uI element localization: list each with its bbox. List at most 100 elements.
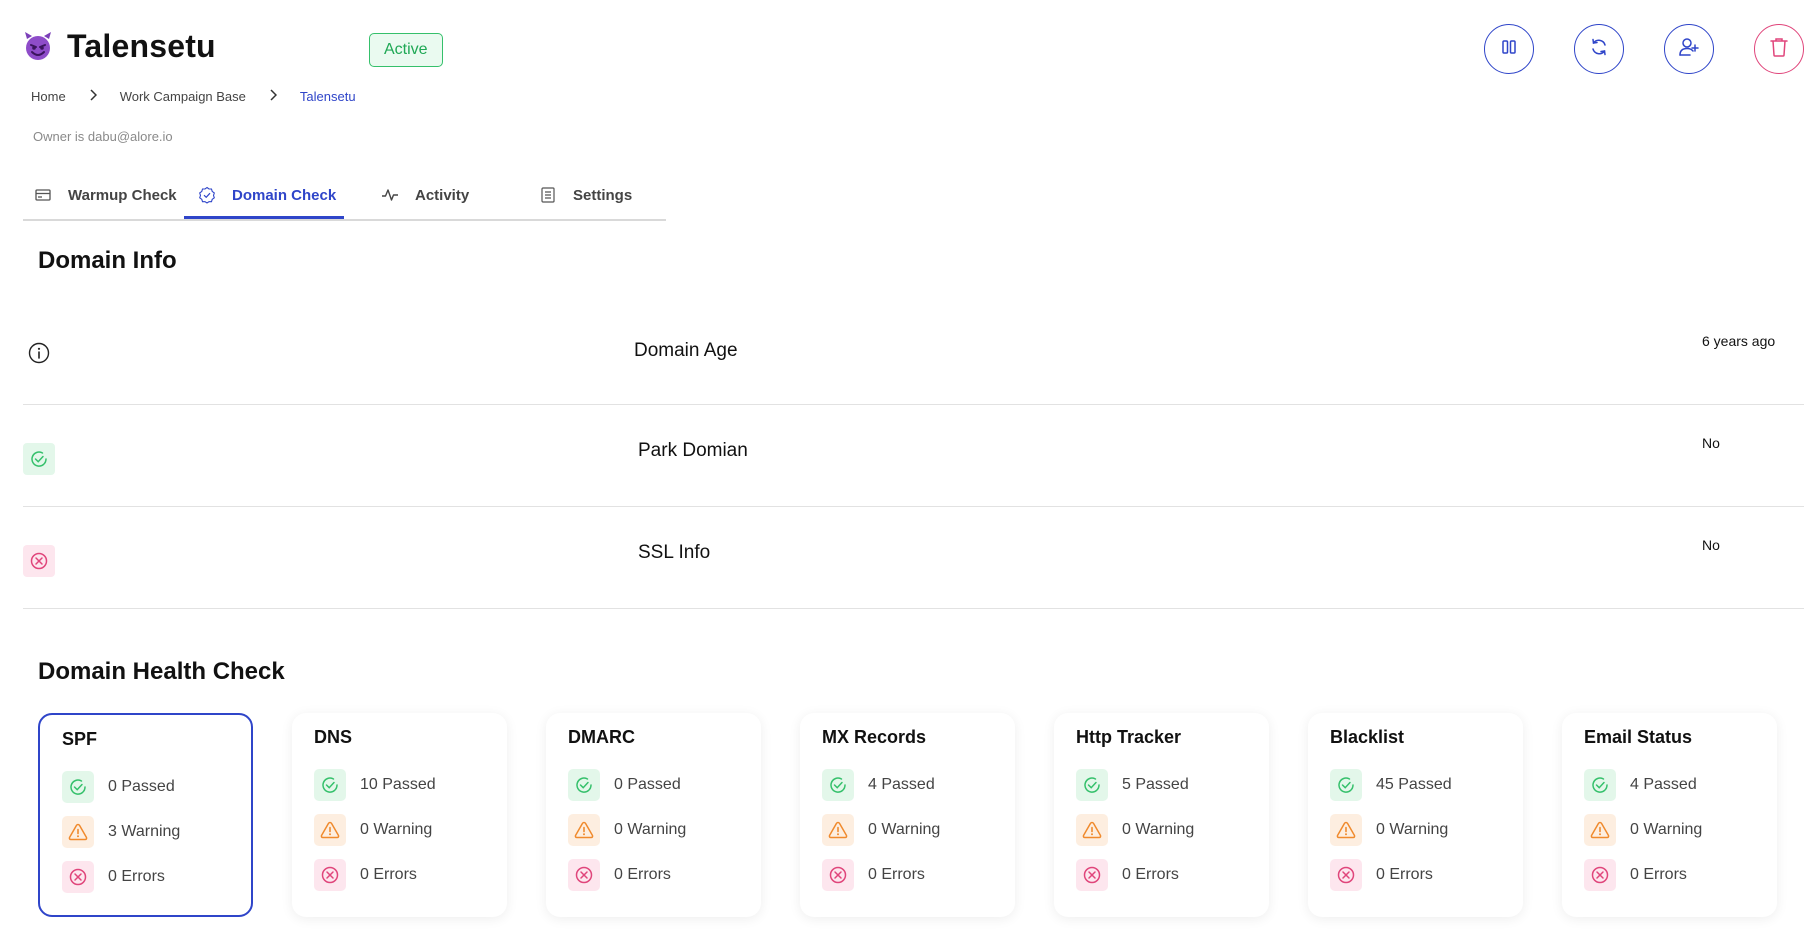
metric-passed: 10 Passed (314, 769, 436, 801)
metric-errors: 0 Errors (1076, 859, 1179, 891)
check-circle-icon (23, 443, 55, 475)
metric-errors-text: 0 Errors (108, 868, 165, 885)
chevron-right-icon (66, 88, 120, 104)
badge-check-icon (198, 186, 216, 204)
card-title: MX Records (822, 727, 927, 747)
metric-warning-text: 0 Warning (614, 821, 687, 838)
warning-icon (314, 814, 346, 846)
metric-passed: 45 Passed (1330, 769, 1452, 801)
metric-passed-text: 4 Passed (1630, 776, 1697, 793)
tab-bar: Warmup Check Domain Check Activity Setti… (23, 173, 666, 221)
metric-warning: 0 Warning (314, 814, 432, 846)
x-circle-icon (822, 859, 854, 891)
metric-errors-text: 0 Errors (360, 866, 417, 883)
health-card-spf[interactable]: SPF 0 Passed 3 Warning 0 Errors (38, 713, 253, 917)
metric-errors-text: 0 Errors (868, 866, 925, 883)
add-user-icon (1678, 36, 1700, 63)
health-card-mx-records[interactable]: MX Records 4 Passed 0 Warning 0 Errors (800, 713, 1015, 917)
metric-errors-text: 0 Errors (1376, 866, 1433, 883)
x-circle-icon (62, 861, 94, 893)
domain-info-row: Domain Age 6 years ago (23, 302, 1804, 405)
pause-button[interactable] (1484, 24, 1534, 74)
metric-warning: 0 Warning (1330, 814, 1448, 846)
metric-warning-text: 0 Warning (1122, 821, 1195, 838)
x-circle-icon (568, 859, 600, 891)
check-circle-icon (62, 771, 94, 803)
health-card-dmarc[interactable]: DMARC 0 Passed 0 Warning 0 Errors (546, 713, 761, 917)
domain-health-title: Domain Health Check (38, 658, 285, 685)
check-circle-icon (1076, 769, 1108, 801)
metric-warning: 0 Warning (822, 814, 940, 846)
tab-label: Settings (573, 186, 633, 204)
breadcrumb-home[interactable]: Home (31, 89, 66, 104)
active-tab-indicator (184, 216, 344, 219)
warning-icon (1330, 814, 1362, 846)
devil-emoji-icon (22, 30, 54, 62)
refresh-button[interactable] (1574, 24, 1624, 74)
warning-icon (62, 816, 94, 848)
breadcrumb-current: Talensetu (299, 88, 356, 104)
metric-passed-text: 10 Passed (360, 776, 436, 793)
domain-info-row: SSL Info No (23, 506, 1804, 609)
metric-passed: 0 Passed (568, 769, 681, 801)
health-card-blacklist[interactable]: Blacklist 45 Passed 0 Warning 0 Errors (1308, 713, 1523, 917)
metric-warning: 0 Warning (568, 814, 686, 846)
metric-passed-text: 0 Passed (108, 778, 175, 795)
x-circle-icon (314, 859, 346, 891)
tab-warmup-check[interactable]: Warmup Check (34, 173, 177, 217)
x-circle-icon (1584, 859, 1616, 891)
health-card-http-tracker[interactable]: Http Tracker 5 Passed 0 Warning 0 Errors (1054, 713, 1269, 917)
check-circle-icon (568, 769, 600, 801)
metric-errors: 0 Errors (1584, 859, 1687, 891)
warning-icon (822, 814, 854, 846)
breadcrumb: Home Work Campaign Base Talensetu (31, 88, 356, 104)
tab-label: Activity (415, 186, 470, 204)
metric-warning-text: 3 Warning (108, 823, 181, 840)
domain-info-title: Domain Info (38, 247, 177, 274)
row-label: SSL Info (638, 542, 711, 563)
card-title: Blacklist (1330, 727, 1405, 747)
card-title: SPF (62, 729, 98, 749)
refresh-icon (1589, 37, 1609, 62)
metric-passed: 4 Passed (822, 769, 935, 801)
tab-activity[interactable]: Activity (381, 173, 469, 217)
tab-label: Domain Check (232, 186, 337, 204)
tab-settings[interactable]: Settings (539, 173, 632, 217)
add-user-button[interactable] (1664, 24, 1714, 74)
check-circle-icon (314, 769, 346, 801)
metric-errors: 0 Errors (568, 859, 671, 891)
metric-passed-text: 5 Passed (1122, 776, 1189, 793)
row-value: 6 years ago (1702, 333, 1776, 349)
row-label: Park Domian (638, 440, 748, 461)
x-circle-icon (1076, 859, 1108, 891)
warning-icon (1584, 814, 1616, 846)
metric-errors-text: 0 Errors (614, 866, 671, 883)
breadcrumb-campaign[interactable]: Work Campaign Base (120, 89, 246, 104)
check-circle-icon (1330, 769, 1362, 801)
metric-passed: 5 Passed (1076, 769, 1189, 801)
warning-icon (1076, 814, 1108, 846)
page-title: Talensetu (67, 28, 216, 64)
metric-passed: 4 Passed (1584, 769, 1697, 801)
card-title: DNS (314, 727, 353, 747)
metric-warning: 3 Warning (62, 816, 180, 848)
check-circle-icon (822, 769, 854, 801)
metric-warning: 0 Warning (1076, 814, 1194, 846)
health-card-email-status[interactable]: Email Status 4 Passed 0 Warning 0 Errors (1562, 713, 1777, 917)
metric-warning-text: 0 Warning (868, 821, 941, 838)
delete-button[interactable] (1754, 24, 1804, 74)
row-label: Domain Age (634, 340, 738, 361)
domain-info-row: Park Domian No (23, 404, 1804, 507)
metric-passed-text: 45 Passed (1376, 776, 1452, 793)
activity-icon (381, 186, 399, 204)
trash-icon (1769, 36, 1789, 63)
x-circle-icon (23, 545, 55, 577)
metric-warning-text: 0 Warning (1376, 821, 1449, 838)
owner-text: Owner is dabu@alore.io (33, 129, 173, 144)
tab-domain-check[interactable]: Domain Check (198, 173, 336, 217)
metric-passed: 0 Passed (62, 771, 175, 803)
metric-errors-text: 0 Errors (1122, 866, 1179, 883)
health-card-dns[interactable]: DNS 10 Passed 0 Warning 0 Errors (292, 713, 507, 917)
metric-errors: 0 Errors (822, 859, 925, 891)
warning-icon (568, 814, 600, 846)
